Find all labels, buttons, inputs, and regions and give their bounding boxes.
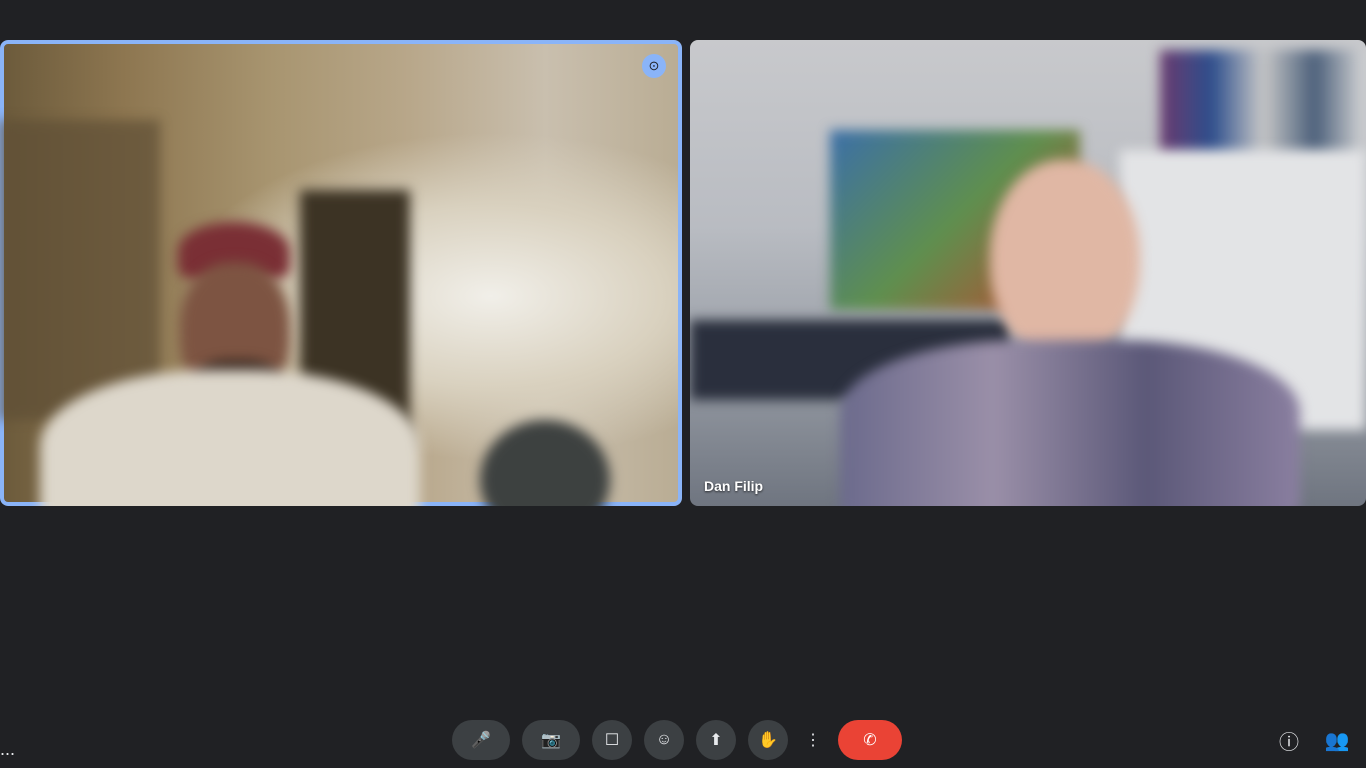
person-shirt	[40, 370, 420, 506]
hand-icon: ✋	[758, 732, 778, 749]
background-bookshelf	[1160, 50, 1366, 160]
end-call-button[interactable]: ✆	[838, 720, 902, 760]
camera-button[interactable]: 📷	[522, 720, 580, 760]
participant-tile-right[interactable]: Dan Filip	[690, 40, 1366, 506]
emoji-icon: ☺	[655, 731, 673, 748]
call-controls: 🎤 📷 ☐ ☺ ⬆ ✋ ⋮ ✆	[452, 712, 902, 768]
camera-icon: 📷	[541, 732, 561, 749]
meeting-controls-bar: ... 🎤 📷 ☐ ☺ ⬆ ✋ ⋮ ✆ ⓘ 👥	[0, 704, 1366, 768]
background-object	[480, 420, 610, 506]
end-call-icon: ✆	[863, 732, 877, 749]
reactions-button[interactable]: ☺	[644, 720, 684, 760]
side-controls: ⓘ 👥	[1272, 712, 1354, 768]
present-button[interactable]: ⬆	[696, 720, 736, 760]
meeting-name: ...	[0, 739, 16, 759]
more-vert-icon: ⋮	[805, 732, 821, 749]
participant-tile-left[interactable]: ⊙	[0, 40, 682, 506]
person-shirt	[840, 340, 1300, 506]
captions-button[interactable]: ☐	[592, 720, 632, 760]
more-options-button[interactable]: ⋮	[800, 720, 826, 760]
people-button[interactable]: 👥	[1320, 723, 1354, 757]
info-icon: ⓘ	[1279, 731, 1299, 754]
pin-icon[interactable]: ⊙	[642, 54, 666, 78]
microphone-button[interactable]: 🎤	[452, 720, 510, 760]
background-shelf	[0, 120, 160, 420]
participant-name-right: Dan Filip	[704, 478, 764, 494]
mic-icon: 🎤	[471, 732, 491, 749]
present-icon: ⬆	[709, 732, 723, 749]
person-head	[990, 160, 1140, 360]
captions-icon: ☐	[604, 732, 620, 749]
people-icon: 👥	[1324, 729, 1350, 752]
raise-hand-button[interactable]: ✋	[748, 720, 788, 760]
meeting-details-button[interactable]: ⓘ	[1272, 723, 1306, 757]
